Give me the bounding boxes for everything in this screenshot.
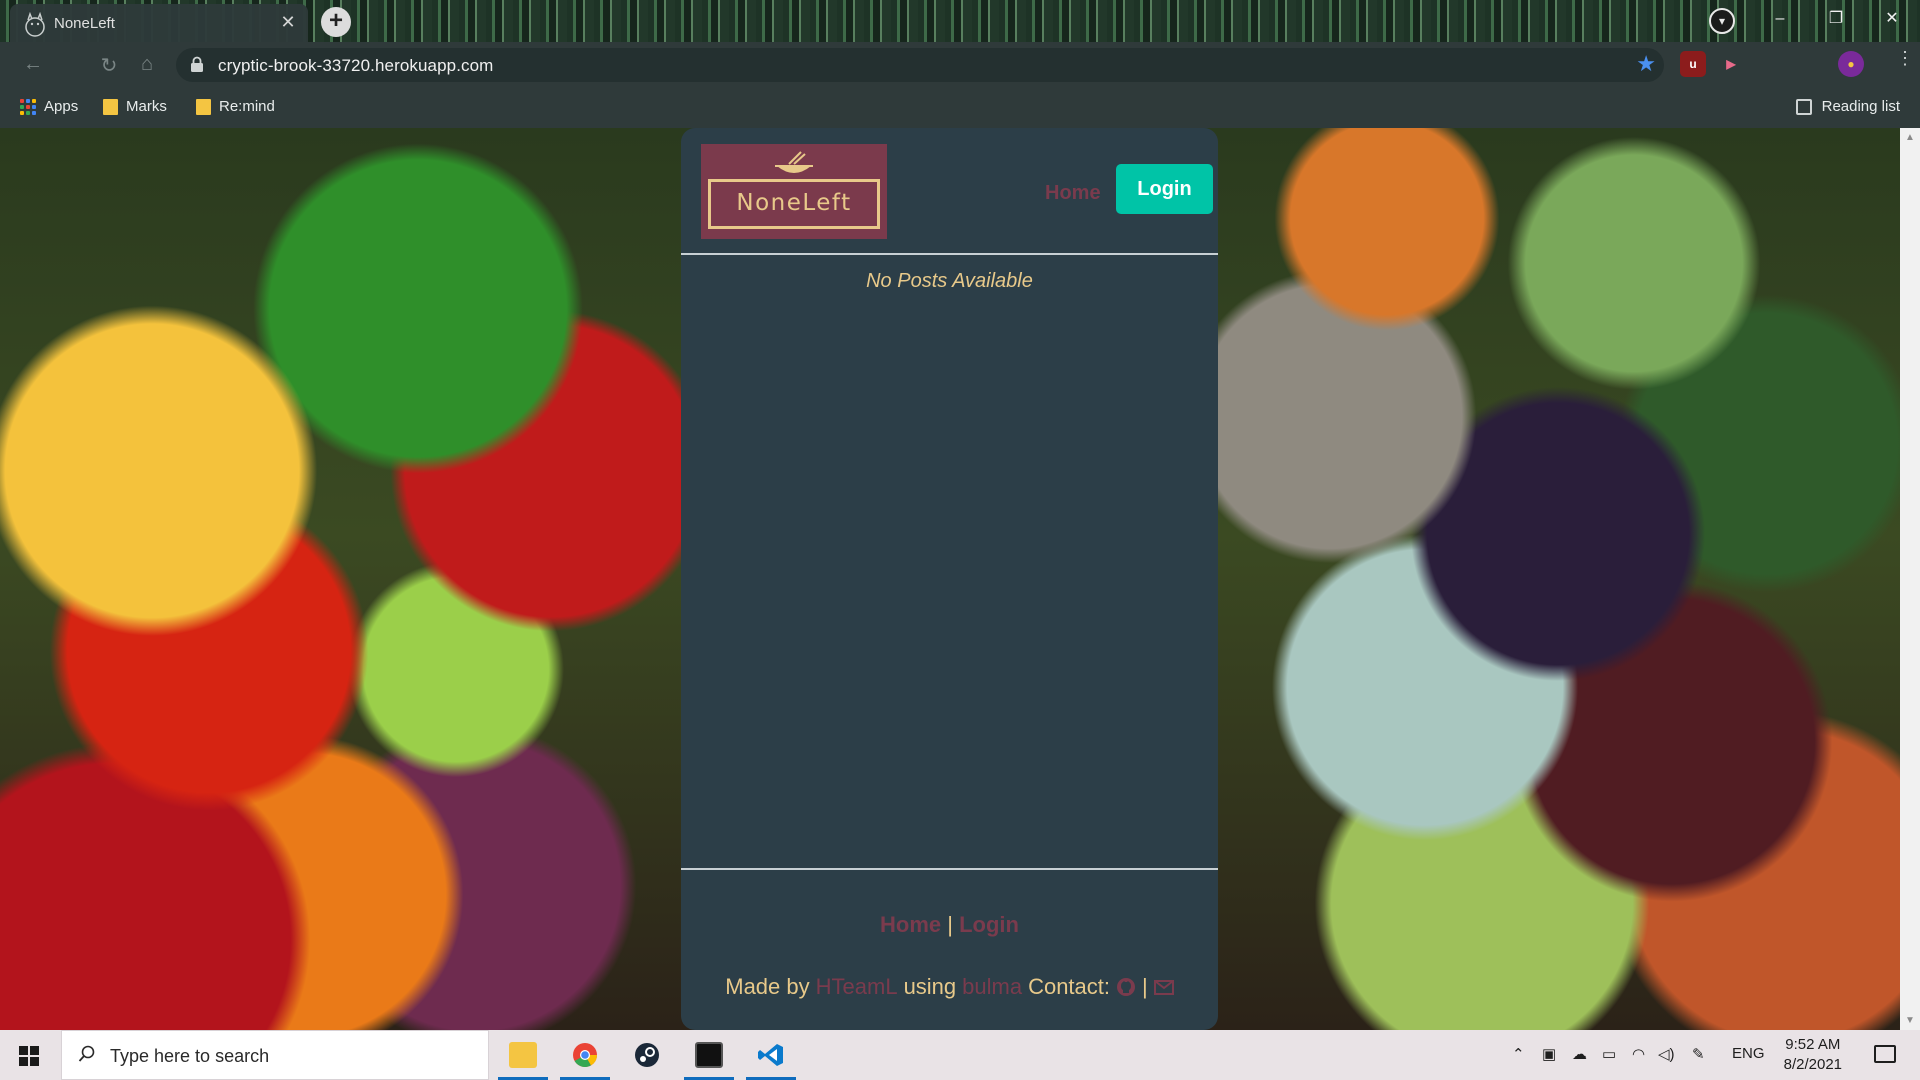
back-arrow-icon[interactable]: ← bbox=[20, 53, 46, 76]
team-link[interactable]: HTeamL bbox=[816, 974, 898, 1000]
apps-grid-icon bbox=[20, 98, 36, 115]
browser-toolbar: ← ↻ ⌂ cryptic-brook-33720.herokuapp.com … bbox=[0, 42, 1920, 88]
ublock-icon[interactable]: u bbox=[1680, 51, 1706, 77]
new-tab-button[interactable]: + bbox=[321, 7, 351, 37]
taskbar-file-explorer[interactable] bbox=[494, 1030, 552, 1080]
battery-icon[interactable]: ▭ bbox=[1602, 1045, 1616, 1063]
footer-nav: Home | Login bbox=[681, 912, 1218, 938]
reading-list-button[interactable]: Reading list bbox=[1795, 98, 1900, 115]
made-by-text: Made by bbox=[725, 974, 810, 999]
bookmark-marks[interactable]: Marks bbox=[103, 98, 167, 115]
folder-icon bbox=[103, 98, 118, 115]
tab-search-icon[interactable]: ▾ bbox=[1709, 8, 1735, 34]
footer-separator: | bbox=[947, 912, 953, 937]
empty-posts-message: No Posts Available bbox=[866, 270, 1033, 292]
clock-date: 8/2/2021 bbox=[1783, 1056, 1842, 1073]
taskbar-search-box[interactable]: Type here to search bbox=[61, 1030, 489, 1080]
footer-divider bbox=[681, 868, 1218, 870]
bookmark-label: Re:mind bbox=[219, 98, 275, 115]
github-icon[interactable] bbox=[1116, 977, 1136, 997]
scroll-up-icon[interactable]: ▲ bbox=[1905, 132, 1915, 143]
bookmark-remind[interactable]: Re:mind bbox=[196, 98, 275, 115]
vscode-icon bbox=[758, 1044, 783, 1066]
bookmark-label: Apps bbox=[44, 98, 79, 115]
browser-tab-strip: NoneLeft ✕ + ▾ – ❐ ✕ bbox=[0, 0, 1920, 42]
close-window-button[interactable]: ✕ bbox=[1864, 0, 1920, 40]
tab-title: NoneLeft bbox=[54, 15, 115, 32]
taskbar-vscode[interactable] bbox=[742, 1030, 800, 1080]
taskbar-terminal[interactable] bbox=[680, 1030, 738, 1080]
bookmarks-bar: Apps Marks Re:mind Reading list bbox=[0, 88, 1920, 128]
extension-icon[interactable]: ▶ bbox=[1718, 51, 1744, 77]
minimize-button[interactable]: – bbox=[1752, 0, 1808, 40]
mail-icon[interactable] bbox=[1153, 977, 1174, 997]
file-explorer-icon bbox=[509, 1042, 537, 1068]
reading-list-icon bbox=[1795, 98, 1812, 115]
taskbar-chrome[interactable] bbox=[556, 1030, 614, 1080]
tray-expand-icon[interactable]: ⌃ bbox=[1512, 1045, 1525, 1063]
nav-home-link[interactable]: Home bbox=[1045, 182, 1101, 205]
logo-text: NoneLeft bbox=[736, 190, 852, 216]
address-bar[interactable]: cryptic-brook-33720.herokuapp.com ★ bbox=[176, 48, 1664, 82]
app-main-card: NoneLeft Home Login No Posts Available H… bbox=[681, 128, 1218, 1030]
onedrive-icon[interactable]: ☁ bbox=[1572, 1045, 1587, 1063]
tab-close-icon[interactable]: ✕ bbox=[278, 12, 298, 33]
bulma-link[interactable]: bulma bbox=[962, 974, 1022, 1000]
search-icon bbox=[78, 1045, 95, 1062]
bookmark-apps[interactable]: Apps bbox=[20, 98, 78, 115]
footer-home-link[interactable]: Home bbox=[880, 912, 941, 937]
taskbar-clock[interactable]: 9:52 AM 8/2/2021 bbox=[1784, 1035, 1842, 1075]
page-scrollbar[interactable]: ▲ ▼ bbox=[1900, 128, 1920, 1030]
lock-icon bbox=[191, 56, 203, 72]
using-text: using bbox=[903, 974, 957, 999]
chrome-menu-icon[interactable]: ⋮ bbox=[1896, 49, 1914, 67]
restore-button[interactable]: ❐ bbox=[1808, 0, 1864, 40]
notification-center-icon[interactable] bbox=[1874, 1045, 1896, 1063]
bowl-logo-icon bbox=[775, 151, 813, 173]
noneleft-logo[interactable]: NoneLeft bbox=[701, 144, 887, 239]
wifi-icon[interactable]: ◠ bbox=[1632, 1045, 1645, 1063]
footer-credit: Made by HTeamL using bulma Contact: | bbox=[681, 974, 1218, 1000]
reload-icon[interactable]: ↻ bbox=[96, 53, 122, 78]
profile-avatar[interactable]: ● bbox=[1838, 51, 1864, 77]
window-controls: – ❐ ✕ bbox=[1752, 0, 1920, 40]
totoro-favicon-icon bbox=[25, 12, 45, 37]
bookmark-star-icon[interactable]: ★ bbox=[1636, 51, 1656, 77]
contact-text: Contact: bbox=[1028, 974, 1111, 999]
windows-taskbar: Type here to search ⌃ ▣ ☁ ▭ ◠ ◁) ✎ ENG 9… bbox=[0, 1030, 1920, 1080]
url-text[interactable]: cryptic-brook-33720.herokuapp.com bbox=[218, 56, 493, 76]
footer-login-link[interactable]: Login bbox=[959, 912, 1019, 937]
windows-start-icon[interactable] bbox=[19, 1046, 39, 1066]
taskbar-steam[interactable] bbox=[618, 1030, 676, 1080]
folder-icon bbox=[196, 98, 211, 115]
clock-time: 9:52 AM bbox=[1785, 1036, 1841, 1053]
contact-separator: | bbox=[1142, 974, 1148, 999]
chrome-icon bbox=[573, 1043, 597, 1068]
logo-frame: NoneLeft bbox=[708, 179, 880, 229]
search-placeholder: Type here to search bbox=[110, 1046, 270, 1066]
scroll-down-icon[interactable]: ▼ bbox=[1905, 1015, 1915, 1026]
browser-tab[interactable]: NoneLeft ✕ bbox=[10, 4, 308, 42]
login-button[interactable]: Login bbox=[1116, 164, 1213, 214]
steam-icon bbox=[635, 1043, 659, 1067]
terminal-icon bbox=[695, 1042, 723, 1068]
header-divider bbox=[681, 253, 1218, 255]
bookmark-label: Marks bbox=[126, 98, 167, 115]
language-indicator[interactable]: ENG bbox=[1732, 1045, 1765, 1062]
pen-icon[interactable]: ✎ bbox=[1692, 1045, 1705, 1063]
reading-list-label: Reading list bbox=[1821, 98, 1900, 115]
home-icon[interactable]: ⌂ bbox=[134, 53, 160, 76]
tray-device-icon[interactable]: ▣ bbox=[1542, 1045, 1556, 1063]
volume-icon[interactable]: ◁) bbox=[1658, 1045, 1675, 1063]
